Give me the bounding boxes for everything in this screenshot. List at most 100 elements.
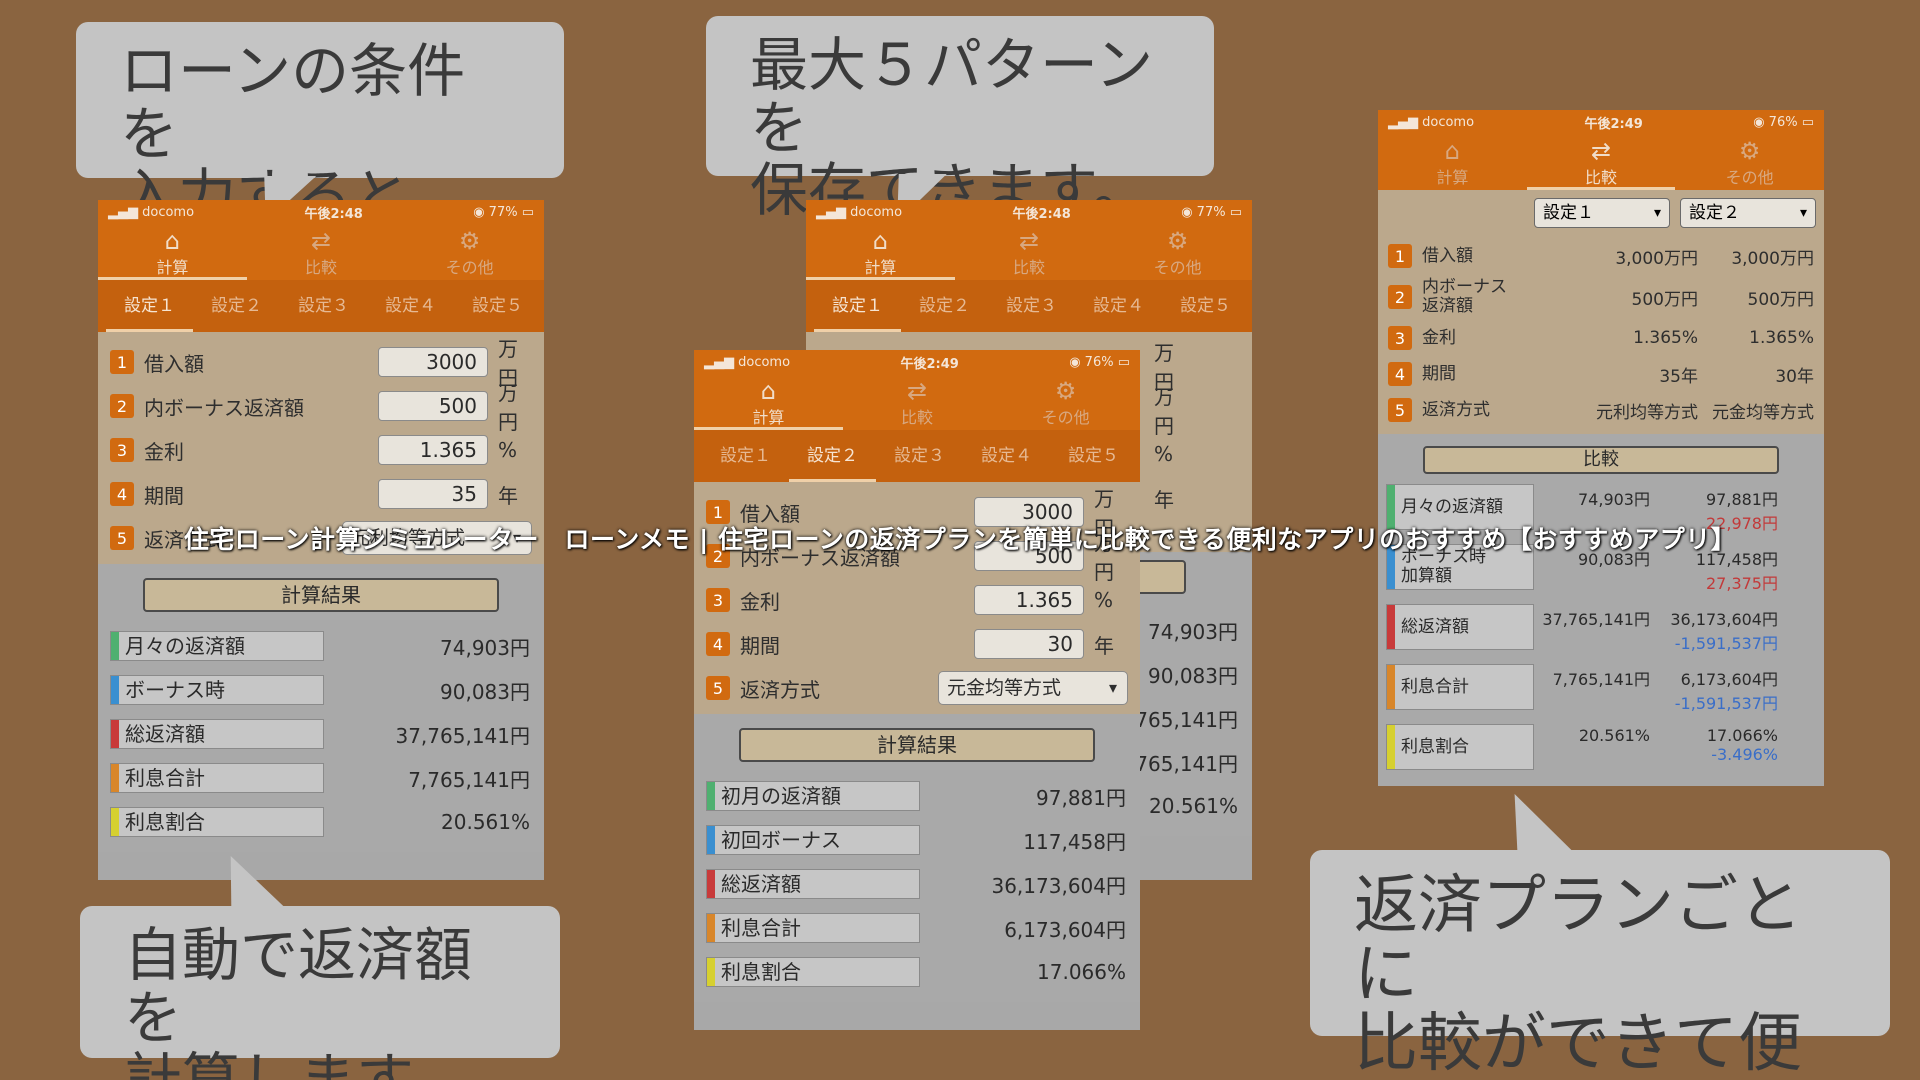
tab-setting-3[interactable]: 設定３ [280, 280, 367, 332]
tab-setting-1[interactable]: 設定１ [814, 280, 901, 332]
tab-setting-4[interactable]: 設定４ [1075, 280, 1162, 332]
rate-input[interactable]: 1.365 [974, 585, 1084, 615]
battery-label: ◉ 76% ▭ [1069, 354, 1130, 370]
unit-label: % [1094, 588, 1114, 612]
settings-tabs: 設定１ 設定２ 設定３ 設定４ 設定５ [98, 280, 544, 332]
tab-setting-4[interactable]: 設定４ [963, 430, 1050, 482]
term-input[interactable]: 30 [974, 629, 1084, 659]
compare-row: 1 借入額 3,000万円 3,000万円 [1388, 238, 1814, 274]
nav-compare[interactable]: ⇄ 比較 [843, 374, 992, 430]
result-label: 利息合計 [1386, 664, 1534, 710]
status-bar: ▂▄▆ docomo 午後2:48 ◉ 77% ▭ [806, 200, 1252, 224]
nav-other[interactable]: ⚙ その他 [1675, 134, 1824, 190]
loan-form: 1 借入額 3000 万円 2 内ボーナス返済額 500 万円 3 金利 1.3… [694, 482, 1140, 714]
carrier-label: ▂▄▆ docomo [816, 204, 903, 220]
compare-row: 3 金利 1.365% 1.365% [1388, 320, 1814, 356]
nav-calc[interactable]: ⌂ 計算 [1378, 134, 1527, 190]
value-b: 36,173,604円 -1,591,537円 [1650, 604, 1778, 664]
callout-tail [1486, 794, 1574, 852]
nav-compare[interactable]: ⇄ 比較 [1526, 134, 1676, 190]
nav-calc[interactable]: ⌂ 計算 [694, 374, 843, 430]
row-number: 5 [1388, 398, 1412, 422]
tab-setting-3[interactable]: 設定３ [876, 430, 963, 482]
field-label: 期間 [1422, 363, 1456, 384]
bottom-nav: ⌂ 計算 ⇄ 比較 ⚙ その他 [694, 374, 1140, 430]
compare-button[interactable]: 比較 [1423, 446, 1779, 474]
result-label: 利息割合 [706, 957, 920, 987]
value-a: 元利均等方式 [1596, 402, 1698, 423]
calc-result-button[interactable]: 計算結果 [739, 728, 1095, 762]
compare-icon: ⇄ [1590, 137, 1612, 165]
time-label: 午後2:48 [1012, 206, 1071, 222]
nav-calc[interactable]: ⌂ 計算 [98, 224, 247, 280]
bonus-input[interactable]: 500 [378, 391, 488, 421]
gear-icon: ⚙ [458, 227, 481, 255]
row-number: 4 [110, 482, 134, 506]
nav-other[interactable]: ⚙ その他 [1103, 224, 1252, 280]
result-value: 6,173,604円 [1004, 917, 1126, 942]
row-number: 1 [1388, 244, 1412, 268]
nav-compare[interactable]: ⇄ 比較 [247, 224, 396, 280]
time-label: 午後2:48 [304, 206, 363, 222]
result-label: 利息割合 [1386, 724, 1534, 770]
row-number: 4 [1388, 362, 1412, 386]
tab-setting-1[interactable]: 設定１ [702, 430, 789, 482]
result-value: 7,765,141円 [408, 767, 530, 792]
rate-input[interactable]: 1.365 [378, 435, 488, 465]
compare-result-row: 利息合計 7,765,141円 6,173,604円 -1,591,537円 [1386, 664, 1816, 724]
result-row: 利息合計 6,173,604円 [706, 906, 1128, 950]
term-input[interactable]: 35 [378, 479, 488, 509]
page-title: 住宅ローン計算シミュレーター ローンメモ | 住宅ローンの返済プランを簡単に比較… [183, 525, 1737, 554]
phone-screen-compare: ▂▄▆ docomo 午後2:49 ◉ 76% ▭ ⌂ 計算 ⇄ 比較 ⚙ その他 設… [1378, 110, 1824, 786]
tab-setting-5[interactable]: 設定５ [1162, 280, 1249, 332]
home-icon: ⌂ [1444, 137, 1460, 165]
field-label: 金利 [144, 439, 184, 464]
row-number: 3 [110, 438, 134, 462]
row-number: 2 [1388, 285, 1412, 309]
battery-label: ◉ 77% ▭ [1181, 204, 1242, 220]
value-b: 6,173,604円 -1,591,537円 [1650, 664, 1778, 724]
tab-setting-2[interactable]: 設定２ [789, 430, 876, 482]
method-select[interactable]: 元金均等方式 [938, 671, 1128, 705]
tab-setting-3[interactable]: 設定３ [988, 280, 1075, 332]
row-number: 1 [110, 350, 134, 374]
tab-setting-2[interactable]: 設定２ [901, 280, 988, 332]
row-number: 5 [706, 676, 730, 700]
field-label: 借入額 [1422, 245, 1473, 266]
loan-amount-input[interactable]: 3000 [378, 347, 488, 377]
callout-auto-calc: 自動で返済額を 計算します [80, 906, 560, 1080]
tab-setting-4[interactable]: 設定４ [367, 280, 454, 332]
tab-setting-2[interactable]: 設定２ [193, 280, 280, 332]
gear-icon: ⚙ [1166, 227, 1189, 255]
field-label: 金利 [1422, 327, 1456, 348]
status-bar: ▂▄▆ docomo 午後2:49 ◉ 76% ▭ [1378, 110, 1824, 134]
tab-setting-5[interactable]: 設定５ [1050, 430, 1137, 482]
form-row-loan-amount: 1 借入額 3000 万円 [110, 337, 532, 390]
compare-selectors: 設定１ 設定２ [1378, 190, 1824, 236]
bottom-nav: ⌂ 計算 ⇄ 比較 ⚙ その他 [98, 224, 544, 280]
tab-setting-1[interactable]: 設定１ [106, 280, 193, 332]
value-b: 元金均等方式 [1712, 402, 1814, 423]
result-row: ボーナス時 90,083円 [110, 668, 532, 712]
nav-other[interactable]: ⚙ その他 [991, 374, 1140, 430]
unit-row: 年 [1144, 476, 1244, 520]
compare-result-row: 利息割合 20.561% 17.066% -3.496% [1386, 724, 1816, 784]
field-label: 期間 [740, 633, 780, 658]
nav-calc[interactable]: ⌂ 計算 [806, 224, 955, 280]
nav-other[interactable]: ⚙ その他 [395, 224, 544, 280]
calc-result-button[interactable]: 計算結果 [143, 578, 499, 612]
carrier-label: ▂▄▆ docomo [704, 354, 791, 370]
status-bar: ▂▄▆ docomo 午後2:49 ◉ 76% ▭ [694, 350, 1140, 374]
nav-compare[interactable]: ⇄ 比較 [955, 224, 1104, 280]
result-row: 総返済額 37,765,141円 [110, 712, 532, 756]
tab-setting-5[interactable]: 設定５ [454, 280, 541, 332]
compare-select-a[interactable]: 設定１ [1534, 198, 1670, 228]
field-label: 金利 [740, 589, 780, 614]
compare-select-b[interactable]: 設定２ [1680, 198, 1816, 228]
result-label: ボーナス時 [110, 675, 324, 705]
phone-screen-setting-2: ▂▄▆ docomo 午後2:49 ◉ 76% ▭ ⌂ 計算 ⇄ 比較 ⚙ その他 設… [694, 350, 1140, 1030]
unit-label: 万円 [498, 381, 518, 434]
value-a: 1.365% [1633, 328, 1698, 348]
value-b: 3,000万円 [1731, 248, 1814, 269]
result-row: 利息割合 17.066% [706, 950, 1128, 994]
